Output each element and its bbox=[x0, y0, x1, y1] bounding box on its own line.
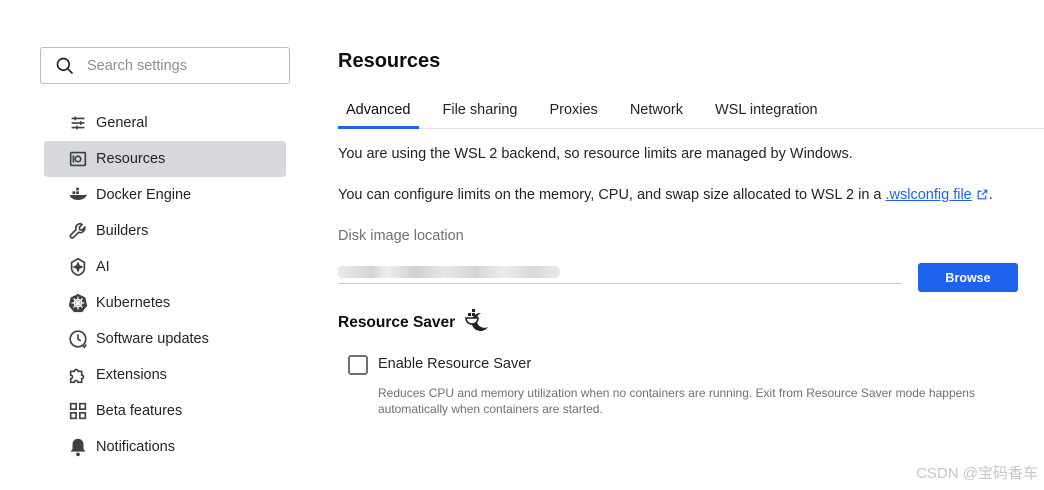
tab-wsl-integration[interactable]: WSL integration bbox=[707, 96, 826, 128]
grid-icon bbox=[66, 399, 90, 423]
sidebar-item-notifications[interactable]: Notifications bbox=[44, 429, 286, 465]
sidebar-item-resources[interactable]: Resources bbox=[44, 141, 286, 177]
redacted-path bbox=[338, 266, 560, 278]
sidebar-item-label: Kubernetes bbox=[96, 295, 171, 311]
sidebar-item-software-updates[interactable]: Software updates bbox=[44, 321, 286, 357]
kubernetes-helm-icon bbox=[66, 291, 90, 315]
wsl-backend-notice: You are using the WSL 2 backend, so reso… bbox=[338, 146, 853, 162]
sidebar-item-builders[interactable]: Builders bbox=[44, 213, 286, 249]
wrench-icon bbox=[66, 219, 90, 243]
sidebar-item-label: Beta features bbox=[96, 403, 183, 419]
tab-file-sharing[interactable]: File sharing bbox=[435, 96, 526, 128]
enable-resource-saver-checkbox[interactable] bbox=[348, 355, 368, 375]
clock-update-icon bbox=[66, 327, 90, 351]
sidebar-item-general[interactable]: General bbox=[44, 105, 286, 141]
limits-text: You can configure limits on the memory, … bbox=[338, 187, 993, 203]
enable-resource-saver-label: Enable Resource Saver bbox=[378, 356, 532, 372]
ai-sparkle-icon bbox=[66, 255, 90, 279]
bell-icon bbox=[66, 435, 90, 459]
page-title: Resources bbox=[338, 50, 441, 72]
resource-saver-title: Resource Saver bbox=[338, 314, 456, 331]
puzzle-icon bbox=[66, 363, 90, 387]
resources-icon bbox=[66, 147, 90, 171]
sidebar-item-beta-features[interactable]: Beta features bbox=[44, 393, 286, 429]
sidebar-item-label: General bbox=[96, 115, 148, 131]
limits-text-end: . bbox=[988, 187, 993, 203]
browse-button[interactable]: Browse bbox=[918, 263, 1018, 292]
tab-network[interactable]: Network bbox=[622, 96, 691, 128]
search-icon bbox=[56, 57, 74, 74]
disk-image-location-label: Disk image location bbox=[338, 228, 464, 244]
sidebar-item-label: Resources bbox=[96, 151, 166, 167]
sidebar-item-label: Builders bbox=[96, 223, 149, 239]
sidebar-item-label: Notifications bbox=[96, 439, 175, 455]
sidebar-item-extensions[interactable]: Extensions bbox=[44, 357, 286, 393]
search-box[interactable] bbox=[40, 47, 290, 84]
tab-bar: Advanced File sharing Proxies Network WS… bbox=[338, 96, 1044, 129]
search-input[interactable] bbox=[87, 50, 277, 81]
sliders-icon bbox=[66, 111, 90, 135]
sidebar-item-label: Software updates bbox=[96, 331, 209, 347]
resource-saver-icon bbox=[465, 309, 488, 331]
tab-advanced[interactable]: Advanced bbox=[338, 96, 419, 129]
external-link-icon bbox=[977, 189, 988, 200]
sidebar-item-label: Extensions bbox=[96, 367, 167, 383]
docker-whale-icon bbox=[66, 183, 90, 207]
sidebar-item-label: AI bbox=[96, 259, 110, 275]
sidebar-item-ai[interactable]: AI bbox=[44, 249, 286, 285]
sidebar-nav: General Resources Docker Engine Builders… bbox=[44, 105, 286, 465]
watermark: CSDN @宝码香车 bbox=[916, 465, 1038, 482]
limits-text-body: You can configure limits on the memory, … bbox=[338, 187, 886, 203]
disk-image-location-field[interactable] bbox=[338, 262, 902, 284]
wslconfig-link[interactable]: .wslconfig file bbox=[886, 187, 972, 203]
sidebar-item-docker-engine[interactable]: Docker Engine bbox=[44, 177, 286, 213]
sidebar-item-kubernetes[interactable]: Kubernetes bbox=[44, 285, 286, 321]
resource-saver-description: Reduces CPU and memory utilization when … bbox=[378, 386, 975, 416]
sidebar-item-label: Docker Engine bbox=[96, 187, 192, 203]
tab-proxies[interactable]: Proxies bbox=[541, 96, 605, 128]
